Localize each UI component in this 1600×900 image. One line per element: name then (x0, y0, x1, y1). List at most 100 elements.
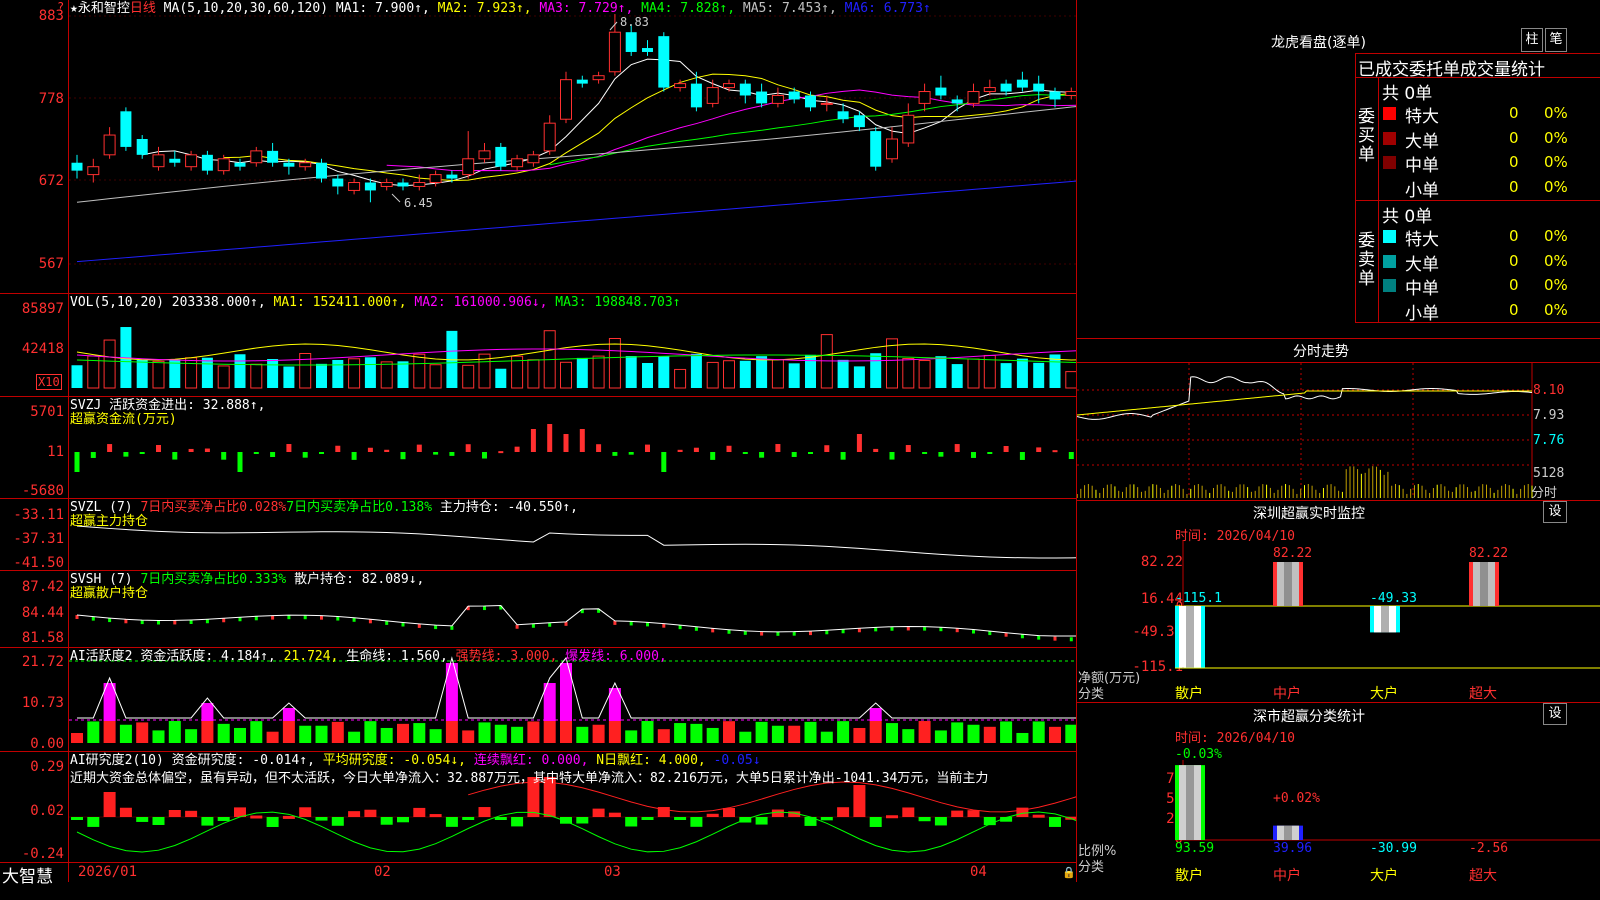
y-tick: 85897 (21, 301, 64, 317)
pane-divider (0, 293, 1077, 294)
research-bar (1032, 814, 1045, 818)
activity-bar-top (201, 703, 214, 721)
svzl-header: SVZL (7) 7日内买卖净占比0.028%7日内买卖净占比0.138% 主力… (70, 500, 578, 515)
svsh-sub: 超赢散户持仓 (70, 586, 149, 601)
activity-bar (1049, 726, 1061, 743)
stats-top-label: +0.02% (1273, 791, 1320, 806)
period-label[interactable]: 日线 (130, 1, 156, 16)
flow-bar (139, 452, 145, 454)
retail-dot (857, 628, 861, 633)
candle-body (625, 32, 637, 52)
research-bar (266, 817, 279, 827)
retail-dot (303, 615, 307, 620)
candle-body (1049, 91, 1061, 100)
y-tick: -0.24 (21, 846, 64, 862)
candle-body (886, 138, 898, 160)
retail-dot (906, 626, 910, 631)
chart-area[interactable]: ★永和智控日线 MA(5,10,20,30,60,120) MA1: 7.900… (0, 0, 1077, 887)
main-header: ★永和智控日线 MA(5,10,20,30,60,120) MA1: 7.900… (70, 1, 931, 16)
candle-body (820, 102, 833, 105)
flow-bar (302, 452, 308, 458)
research-bar (902, 807, 915, 817)
volume-bar (495, 368, 507, 388)
activity-bar (1000, 721, 1013, 743)
activity-bar (690, 723, 703, 743)
stats-cat-large: 大户 (1370, 868, 1398, 884)
candle-body (642, 48, 653, 52)
activity-bar-top (282, 708, 295, 721)
flow-bar (221, 452, 227, 460)
volume-bar (951, 364, 963, 388)
research-bar (397, 817, 409, 823)
research-bar (250, 815, 263, 819)
research-bar (869, 817, 882, 827)
retail-dot (711, 628, 715, 633)
flow-bar (742, 452, 748, 454)
y-tick: -5680 (21, 483, 64, 499)
x-tick-mar: 03 (604, 864, 621, 880)
flow-bar (905, 445, 911, 452)
pane-divider (0, 751, 1077, 752)
volume-bar (771, 359, 784, 389)
candle-body (136, 139, 148, 155)
flow-bar (612, 452, 618, 456)
candle-body (462, 158, 475, 176)
research-bar (185, 810, 198, 817)
retail-dot (483, 606, 486, 611)
lock-icon[interactable]: 🔒 (1062, 866, 1076, 879)
activity-bar (119, 724, 132, 743)
volume-bar (690, 353, 702, 388)
research-bar (217, 817, 230, 821)
ma1-value: MA1: 7.900↑, (335, 1, 430, 16)
candle-body (201, 154, 213, 171)
flow-bar (74, 452, 80, 472)
retail-dot (434, 625, 438, 630)
ma10-line (223, 73, 1077, 182)
research-bar (201, 817, 214, 826)
ma60-line (76, 105, 1077, 203)
research-bar (934, 817, 947, 826)
activity-bar (918, 721, 931, 743)
activity-bar (869, 721, 882, 743)
candle-body (217, 158, 230, 172)
avg-research-line (468, 781, 1077, 813)
candle-body (706, 87, 719, 104)
flow-bar (1036, 447, 1042, 452)
activity-bar (641, 721, 654, 743)
y-tick: 10.73 (21, 695, 64, 711)
stats-bottom-label: 39.96 (1273, 841, 1313, 856)
research-bar (119, 807, 132, 817)
retail-dot (760, 631, 764, 636)
research-bar (511, 817, 524, 827)
y-tick: 87.42 (21, 579, 64, 595)
activity-bar (445, 721, 458, 743)
ma-label: MA(5,10,20,30,60,120) (163, 1, 329, 16)
candle-body (446, 174, 458, 179)
svzj-label: SVZJ (70, 398, 102, 413)
volume-bar (250, 363, 263, 389)
activity-bar (413, 723, 426, 743)
ai1-active: 资金活跃度: 4.184↑, (140, 649, 276, 664)
activity-bar (853, 727, 866, 743)
candle-body (723, 83, 735, 89)
flow-bar (335, 445, 341, 452)
retail-dot (923, 626, 927, 631)
activity-bar (560, 721, 572, 743)
volume-bar (527, 359, 540, 389)
svzj-sub: 超赢资金流(万元) (70, 412, 177, 427)
candle-body (560, 79, 572, 120)
ma4-value: MA4: 7.828↑, (641, 1, 736, 16)
ai1-header: AI活跃度2 资金活跃度: 4.184↑, 21.724, 生命线: 1.560… (70, 649, 667, 664)
right-panel: 龙虎看盘(逐单) 柱 笔 已成交委托单成交量统计 委买单 共 0单 特大 0 0% 大… (1077, 0, 1600, 900)
flow-bar (1003, 446, 1009, 452)
flow-bar (547, 424, 553, 452)
flow-bar (873, 448, 879, 452)
low-marker-line (391, 193, 401, 203)
volume-bar (706, 361, 719, 389)
retail-dot (825, 630, 829, 635)
retail-dot (157, 620, 160, 625)
candle-body (1000, 83, 1012, 92)
candle-body (756, 91, 768, 104)
kline-chart-svg[interactable] (0, 0, 1077, 882)
stats-cat-retail: 散户 (1175, 868, 1203, 884)
